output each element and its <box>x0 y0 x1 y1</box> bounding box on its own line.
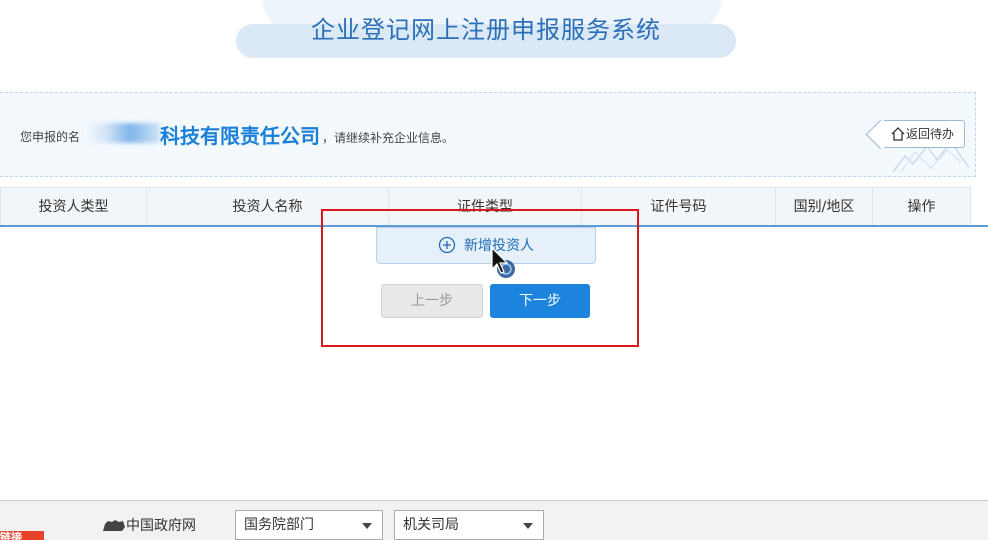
gov-portal-label: 中国政府网 <box>126 518 196 534</box>
company-name: 科技有限责任公司 <box>160 124 320 148</box>
return-todo-label: 返回待办 <box>905 127 954 141</box>
plus-circle-icon <box>438 236 456 254</box>
add-investor-button[interactable]: 新增投资人 <box>376 227 596 264</box>
column-header-investor-type: 投资人类型 <box>0 187 147 225</box>
company-info-bar: 您申报的名 科技有限责任公司 ，请继续补充企业信息。 返回待办 <box>0 92 976 177</box>
column-header-id-number: 证件号码 <box>581 187 776 225</box>
state-council-dropdown[interactable]: 国务院部门 <box>235 510 383 540</box>
info-prefix: 您申报的名 <box>20 130 81 144</box>
column-header-country-region: 国别/地区 <box>775 187 873 225</box>
chevron-down-icon <box>362 523 372 529</box>
gov-portal-link[interactable]: 中国政府网 <box>102 515 196 535</box>
chevron-down-icon <box>523 523 533 529</box>
redacted-name-blur <box>85 123 160 143</box>
column-header-investor-name: 投资人名称 <box>146 187 389 225</box>
gov-logo-icon <box>103 520 125 531</box>
investor-table-header: 投资人类型 投资人名称 证件类型 证件号码 国别/地区 操作 <box>0 187 988 227</box>
header-banner: 企业登记网上注册申报服务系统 <box>0 0 988 70</box>
column-header-id-type: 证件类型 <box>388 187 582 225</box>
info-suffix: ，请继续补充企业信息。 <box>322 131 455 145</box>
footer-badge-label: 链接 <box>0 531 22 540</box>
column-header-actions: 操作 <box>872 187 971 225</box>
footer-bar: 链接 中国政府网 国务院部门 机关司局 <box>0 500 988 540</box>
previous-step-button[interactable]: 上一步 <box>381 284 483 318</box>
page-title: 企业登记网上注册申报服务系统 <box>311 16 661 44</box>
state-council-dropdown-value: 国务院部门 <box>244 517 314 533</box>
agency-dropdown-value: 机关司局 <box>403 517 459 533</box>
next-step-button[interactable]: 下一步 <box>490 284 590 318</box>
home-icon <box>891 127 905 141</box>
agency-dropdown[interactable]: 机关司局 <box>394 510 544 540</box>
mouse-cursor-icon <box>491 247 515 278</box>
return-todo-button[interactable]: 返回待办 <box>883 120 965 148</box>
footer-badge: 链接 <box>0 531 44 540</box>
